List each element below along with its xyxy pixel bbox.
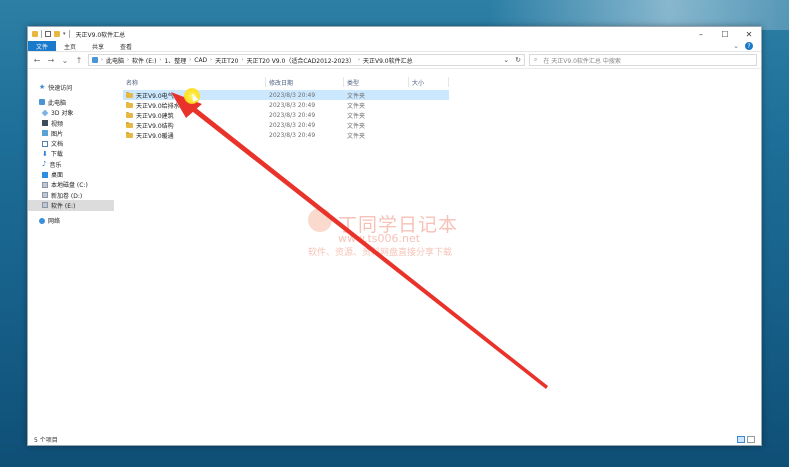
arrow-shaft <box>188 104 548 389</box>
annotation-arrow <box>171 92 548 389</box>
